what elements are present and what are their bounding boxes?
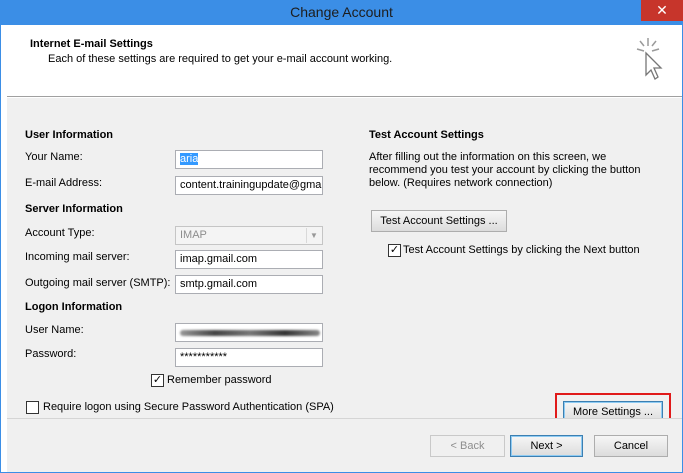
dialog-header: Internet E-mail Settings Each of these s…: [7, 31, 682, 97]
logon-info-heading: Logon Information: [25, 301, 123, 313]
email-field[interactable]: content.trainingupdate@gmail: [175, 176, 323, 195]
header-title: Internet E-mail Settings: [30, 38, 153, 50]
spa-label: Require logon using Secure Password Auth…: [43, 401, 334, 413]
window-title: Change Account: [290, 4, 393, 20]
next-button[interactable]: Next >: [510, 435, 583, 457]
your-name-label: Your Name:: [25, 151, 83, 163]
spa-checkbox[interactable]: [26, 401, 39, 414]
settings-body: User Information Your Name: aria E-mail …: [7, 98, 682, 428]
incoming-server-field[interactable]: imap.gmail.com: [175, 250, 323, 269]
title-bar: Change Account ✕: [0, 0, 683, 25]
your-name-field[interactable]: aria: [175, 150, 323, 169]
username-field[interactable]: [175, 323, 323, 342]
chevron-down-icon: ▼: [306, 228, 321, 243]
password-label: Password:: [25, 348, 77, 360]
email-label: E-mail Address:: [25, 177, 103, 189]
account-type-value: IMAP: [180, 229, 207, 241]
server-info-heading: Server Information: [25, 203, 123, 215]
account-type-label: Account Type:: [25, 227, 95, 239]
close-button[interactable]: ✕: [641, 0, 683, 21]
test-account-settings-button[interactable]: Test Account Settings ...: [371, 210, 507, 232]
dialog-frame: Internet E-mail Settings Each of these s…: [0, 25, 683, 473]
back-button[interactable]: < Back: [430, 435, 505, 457]
header-description: Each of these settings are required to g…: [48, 53, 393, 65]
dialog-footer: < Back Next > Cancel: [7, 418, 682, 472]
click-cursor-icon: [636, 38, 663, 80]
redacted-username: [180, 330, 320, 336]
remember-password-label: Remember password: [167, 374, 272, 386]
cancel-button[interactable]: Cancel: [594, 435, 668, 457]
password-field[interactable]: ***********: [175, 348, 323, 367]
test-settings-heading: Test Account Settings: [369, 129, 484, 141]
auto-test-label: Test Account Settings by clicking the Ne…: [403, 244, 640, 256]
auto-test-checkbox[interactable]: ✓: [388, 244, 401, 257]
incoming-server-label: Incoming mail server:: [25, 251, 130, 263]
outgoing-server-field[interactable]: smtp.gmail.com: [175, 275, 323, 294]
user-info-heading: User Information: [25, 129, 114, 141]
account-type-select: IMAP ▼: [175, 226, 323, 245]
outgoing-server-label: Outgoing mail server (SMTP):: [25, 277, 171, 289]
username-label: User Name:: [25, 324, 84, 336]
test-settings-description: After filling out the information on thi…: [369, 151, 641, 189]
your-name-value: aria: [180, 153, 199, 165]
remember-password-checkbox[interactable]: ✓: [151, 374, 164, 387]
